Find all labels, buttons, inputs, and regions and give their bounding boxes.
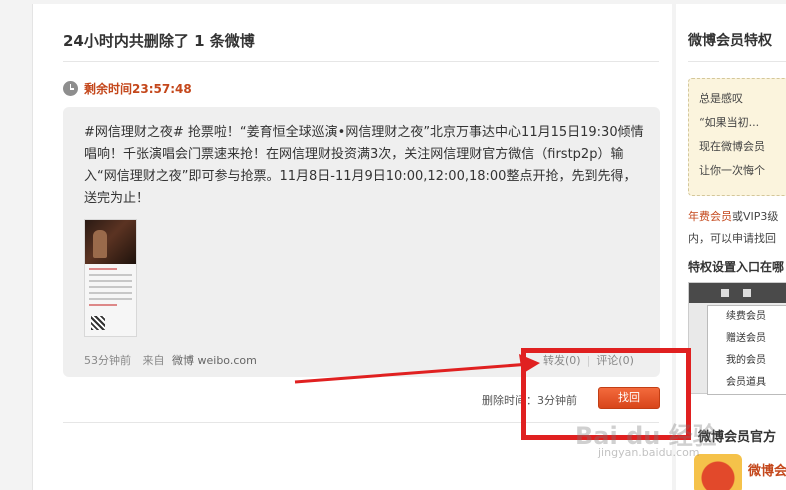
- menu-list: 续费会员 赠送会员 我的会员 会员道具: [707, 305, 786, 395]
- note-line: 让你一次悔个: [699, 164, 765, 177]
- thumbnail-line: [89, 274, 132, 276]
- promo-note-card: 总是感叹 “如果当初... 现在微博会员 让你一次悔个: [688, 78, 786, 196]
- gear-icon: [743, 289, 751, 297]
- qr-code-icon: [91, 316, 105, 330]
- post-image-thumbnail[interactable]: [84, 219, 137, 337]
- mascot-icon: [694, 454, 742, 490]
- post-source-link[interactable]: 微博 weibo.com: [172, 354, 257, 367]
- thumbnail-line: [89, 286, 132, 288]
- thumbnail-photo: [85, 220, 136, 264]
- post-text: #网信理财之夜# 抢票啦！“姜育恒全球巡演•网信理财之夜”北京万事达中心11月1…: [84, 125, 644, 206]
- countdown-text: 剩余时间23:57:48: [84, 82, 192, 96]
- divider: [688, 61, 786, 62]
- post-meta: 53分钟前 来自 微博 weibo.com: [84, 352, 257, 368]
- countdown: 剩余时间23:57:48: [63, 80, 192, 97]
- menu-screenshot: 续费会员 赠送会员 我的会员 会员道具: [688, 282, 786, 395]
- menu-item: 我的会员: [726, 355, 766, 366]
- menu-item: 会员道具: [726, 377, 766, 388]
- menu-topbar: [689, 283, 786, 303]
- from-label: 来自: [142, 354, 165, 367]
- page-title: 24小时内共删除了 1 条微博: [63, 32, 255, 50]
- sidebar-description: 年费会员或VIP3级 内，可以申请找回: [688, 206, 786, 250]
- divider: [63, 61, 659, 62]
- note-line: 总是感叹: [699, 92, 743, 105]
- thumbnail-line: [89, 304, 117, 306]
- deleted-post-card: #网信理财之夜# 抢票啦！“姜育恒全球巡演•网信理财之夜”北京万事达中心11月1…: [63, 107, 660, 377]
- thumbnail-line: [89, 268, 117, 270]
- mail-icon: [721, 289, 729, 297]
- note-line: 现在微博会员: [699, 140, 765, 153]
- annual-member-link[interactable]: 年费会员: [688, 210, 732, 223]
- thumbnail-line: [89, 280, 132, 282]
- desc-text: 或VIP3级: [732, 210, 779, 223]
- thumbnail-line: [89, 298, 132, 300]
- note-line: “如果当初...: [699, 116, 760, 129]
- desc-text: 内，可以申请找回: [688, 232, 776, 245]
- watermark-url: jingyan.baidu.com: [598, 446, 700, 459]
- sidebar-subtitle: 特权设置入口在哪: [688, 260, 785, 274]
- post-time: 53分钟前: [84, 354, 131, 367]
- menu-item: 赠送会员: [726, 333, 766, 344]
- sidebar-brand-link[interactable]: 微博会: [748, 460, 786, 479]
- sidebar-title: 微博会员特权: [688, 33, 772, 49]
- thumbnail-line: [89, 292, 132, 294]
- menu-item: 续费会员: [726, 311, 766, 322]
- clock-icon: [63, 81, 78, 96]
